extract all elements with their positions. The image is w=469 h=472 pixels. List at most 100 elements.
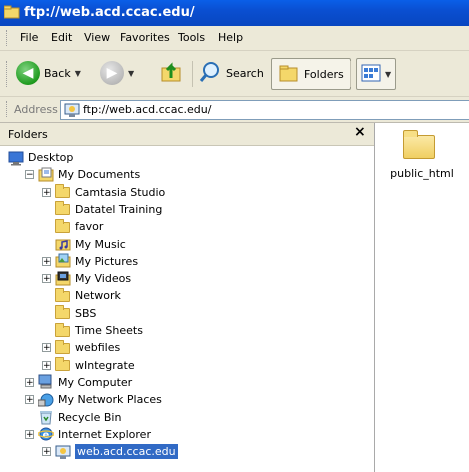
tree-item-desktop[interactable]: Desktop xyxy=(8,149,73,166)
toolbar-separator xyxy=(192,61,193,87)
tree-item-label: Internet Explorer xyxy=(58,427,151,441)
tree-item-favor[interactable]: favor xyxy=(42,218,103,235)
my-computer-icon xyxy=(38,374,54,390)
address-label: Address xyxy=(14,103,58,116)
my-pictures-icon xyxy=(55,253,71,269)
tree-item-time-sheets[interactable]: Time Sheets xyxy=(42,322,143,339)
ftp-site-icon xyxy=(55,444,71,460)
tree-item-label: My Network Places xyxy=(58,393,162,407)
menu-bar-grip[interactable] xyxy=(6,30,9,46)
tree-item-sbs[interactable]: SBS xyxy=(42,305,96,322)
internet-explorer-icon: e xyxy=(37,426,55,442)
tree-item-label: wIntegrate xyxy=(75,358,135,372)
folder-icon xyxy=(55,184,71,200)
folder-icon xyxy=(55,287,71,304)
tree-item-label: My Computer xyxy=(58,375,133,389)
tree-item-label: My Music xyxy=(75,237,126,251)
tree-item-label: Recycle Bin xyxy=(58,410,122,424)
menu-edit[interactable]: Edit xyxy=(51,31,72,44)
address-value: ftp://web.acd.ccac.edu/ xyxy=(83,103,212,116)
folders-label: Folders xyxy=(304,67,344,81)
folder-icon xyxy=(55,322,71,339)
my-music-icon xyxy=(55,236,71,252)
menu-help[interactable]: Help xyxy=(218,31,243,44)
tree-item-label: My Pictures xyxy=(75,254,139,268)
ftp-site-icon xyxy=(64,102,80,121)
address-input[interactable]: ftp://web.acd.ccac.edu/ xyxy=(60,100,469,120)
menu-tools[interactable]: Tools xyxy=(178,31,205,44)
menu-bar: File Edit View Favorites Tools Help xyxy=(0,26,469,51)
forward-arrow-icon: ▶ xyxy=(100,61,124,85)
menu-file[interactable]: File xyxy=(20,31,38,44)
expand-icon[interactable]: + xyxy=(42,360,51,370)
tree-item-label: Datatel Training xyxy=(75,202,163,216)
tree-item-label: favor xyxy=(75,220,104,234)
tree-item-web-acd-ccac-edu[interactable]: + web.acd.ccac.edu xyxy=(42,443,178,460)
back-dropdown-icon[interactable]: ▼ xyxy=(75,69,81,78)
tree-item-my-computer[interactable]: + My Computer xyxy=(25,374,132,391)
tree-item-label: My Videos xyxy=(75,272,132,286)
back-button[interactable]: ◀ Back ▼ xyxy=(16,59,81,87)
tree-item-label: web.acd.ccac.edu xyxy=(75,444,178,460)
address-bar-grip[interactable] xyxy=(6,101,9,117)
my-documents-icon xyxy=(38,167,54,183)
menu-favorites[interactable]: Favorites xyxy=(120,31,170,44)
up-folder-icon xyxy=(160,60,184,87)
tree-item-label: Desktop xyxy=(28,151,74,164)
search-icon xyxy=(198,60,222,87)
tree-item-recycle-bin[interactable]: Recycle Bin xyxy=(25,409,121,426)
tree-item-my-videos[interactable]: + My Videos xyxy=(42,270,131,287)
views-button[interactable]: ▼ xyxy=(356,58,397,90)
expand-icon[interactable]: + xyxy=(42,343,51,353)
expand-icon[interactable]: + xyxy=(42,187,51,197)
close-folders-pane-icon[interactable]: × xyxy=(354,124,366,140)
desktop-icon xyxy=(8,150,24,166)
expand-icon[interactable]: + xyxy=(25,429,34,439)
tree-item-label: Camtasia Studio xyxy=(75,185,166,199)
tree-item-datatel-training[interactable]: Datatel Training xyxy=(42,201,162,218)
expand-icon[interactable]: + xyxy=(25,377,34,387)
tree-item-webfiles[interactable]: + webfiles xyxy=(42,339,120,356)
folder-icon xyxy=(55,218,71,235)
folder-icon xyxy=(55,201,71,217)
standard-toolbar: ◀ Back ▼ ▶ ▼ Search Folders ▼ xyxy=(0,51,469,97)
tree-item-wintegrate[interactable]: + wIntegrate xyxy=(42,357,135,374)
forward-dropdown-icon[interactable]: ▼ xyxy=(128,69,134,78)
expand-icon[interactable]: + xyxy=(25,395,34,405)
folders-pane-title: Folders xyxy=(8,128,48,141)
tree-item-my-network-places[interactable]: + My Network Places xyxy=(25,391,162,408)
collapse-icon[interactable]: − xyxy=(25,170,34,180)
tree-item-my-music[interactable]: My Music xyxy=(42,236,126,253)
tree-item-label: SBS xyxy=(75,306,97,320)
toolbar-grip[interactable] xyxy=(6,61,9,87)
folder-icon xyxy=(55,339,71,356)
menu-view[interactable]: View xyxy=(84,31,110,44)
views-icon xyxy=(361,63,381,86)
expand-icon[interactable]: + xyxy=(42,256,51,266)
folders-pane: Folders × Desktop − My Documents + Camtasia … xyxy=(0,123,375,472)
views-dropdown-icon[interactable]: ▼ xyxy=(385,70,391,79)
tree-item-camtasia-studio[interactable]: + Camtasia Studio xyxy=(42,184,165,201)
folders-button[interactable]: Folders xyxy=(271,58,351,90)
content-item-label: public_html xyxy=(390,167,454,180)
tree-item-label: My Documents xyxy=(58,168,141,182)
tree-item-label: Network xyxy=(75,289,121,303)
search-button[interactable]: Search xyxy=(198,59,264,87)
tree-item-my-documents[interactable]: − My Documents xyxy=(25,166,140,183)
content-pane: public_html xyxy=(375,123,469,472)
address-bar: Address ftp://web.acd.ccac.edu/ xyxy=(0,97,469,123)
tree-item-network[interactable]: Network xyxy=(42,287,121,304)
title-bar: ftp://web.acd.ccac.edu/ xyxy=(0,0,469,26)
tree-item-label: Time Sheets xyxy=(75,324,143,337)
tree-item-internet-explorer[interactable]: + e Internet Explorer xyxy=(25,426,151,443)
tree-item-my-pictures[interactable]: + My Pictures xyxy=(42,253,138,270)
folder-icon xyxy=(55,305,71,321)
recycle-bin-icon xyxy=(38,409,54,425)
back-label: Back xyxy=(44,66,71,80)
forward-button[interactable]: ▶ ▼ xyxy=(100,59,134,87)
network-places-icon xyxy=(37,392,54,408)
folders-pane-header: Folders × xyxy=(0,123,374,146)
expand-icon[interactable]: + xyxy=(42,274,51,284)
expand-icon[interactable]: + xyxy=(42,447,51,457)
up-button[interactable] xyxy=(160,59,184,87)
